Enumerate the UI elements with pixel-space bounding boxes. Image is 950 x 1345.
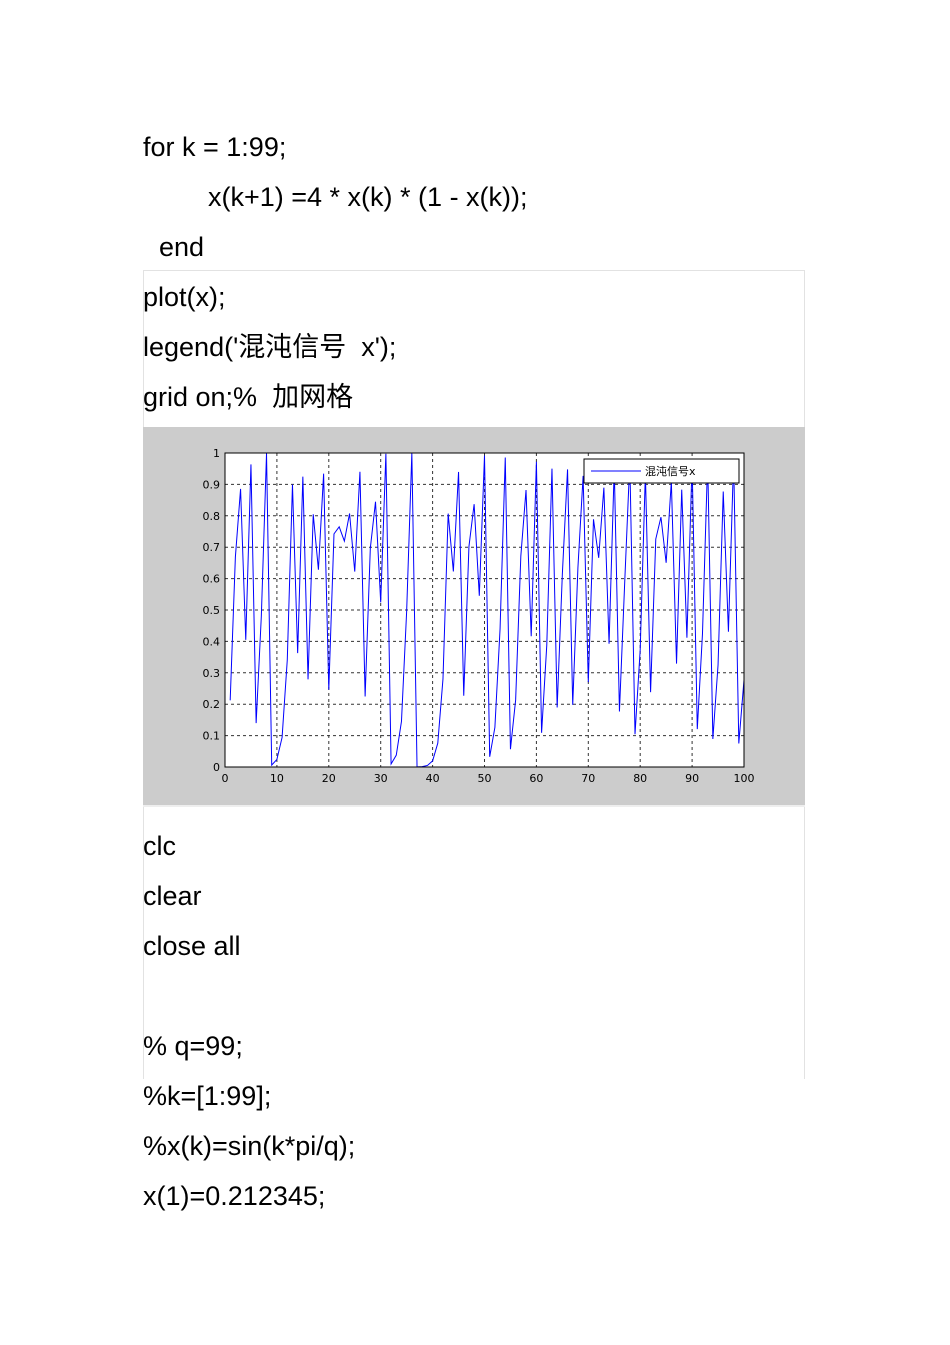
code-line: x(1)=0.212345; [143,1181,326,1211]
code-line: close all [143,931,241,961]
matlab-figure: 0 10 20 30 40 50 60 70 80 90 100 0 0.1 0.2 0.3 0.4 0.5 0.… [143,427,805,807]
x-tick-label: 100 [734,772,755,785]
y-tick-label: 0.8 [203,510,221,523]
y-tick-label: 0.2 [203,698,221,711]
code-line: grid on;% 加网格 [143,382,354,412]
x-tick-label: 90 [685,772,699,785]
code-line: legend('混沌信号 x'); [143,332,397,362]
x-tick-label: 60 [529,772,543,785]
y-tick-label: 0.5 [203,604,221,617]
code-line: x(k+1) =4 * x(k) * (1 - x(k)); [208,182,528,212]
y-tick-label: 0.7 [203,541,221,554]
legend-label: 混沌信号x [645,465,696,478]
code-line: clear [143,881,202,911]
y-tick-label: 0.3 [203,667,221,680]
x-tick-label: 30 [374,772,388,785]
legend: 混沌信号x [583,458,740,484]
y-tick-label: 0.6 [203,573,221,586]
code-line: end [159,232,205,262]
y-tick-label: 1 [213,447,220,460]
code-line: %k=[1:99]; [143,1081,272,1111]
code-line: for k = 1:99; [143,132,287,162]
x-tick-label: 20 [322,772,336,785]
code-line: % q=99; [143,1031,243,1061]
y-tick-label: 0.4 [203,635,221,648]
x-tick-label: 80 [633,772,647,785]
chaos-signal-chart: 0 10 20 30 40 50 60 70 80 90 100 0 0.1 0.2 0.3 0.4 0.5 0.… [203,447,755,785]
x-tick-label: 10 [270,772,284,785]
code-line: %x(k)=sin(k*pi/q); [143,1131,356,1161]
code-line: clc [143,831,176,861]
y-tick-label: 0.9 [203,478,221,491]
x-tick-label: 40 [426,772,440,785]
y-tick-label: 0.1 [203,730,221,743]
x-tick-label: 50 [478,772,492,785]
code-line: plot(x); [143,282,226,312]
x-tick-label: 0 [222,772,229,785]
x-tick-label: 70 [581,772,595,785]
y-tick-label: 0 [213,761,220,774]
